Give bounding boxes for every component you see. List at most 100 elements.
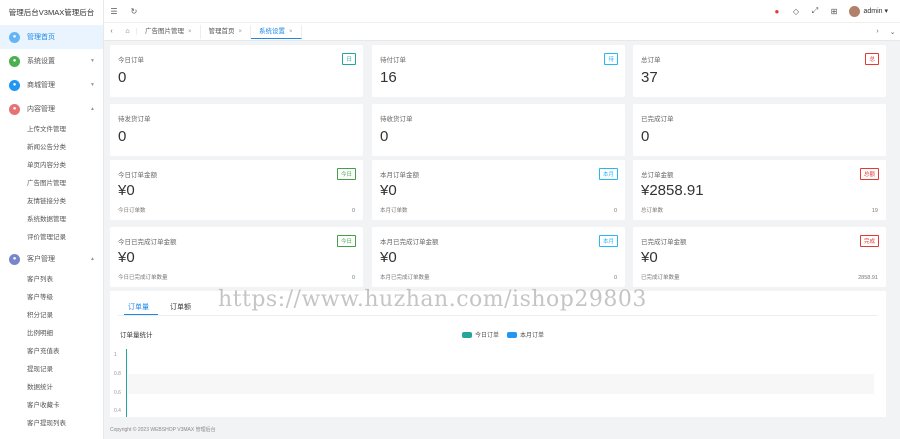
grid-icon[interactable]: ⊞	[824, 7, 843, 16]
chart-legend: 今日订单 本月订单	[462, 330, 552, 339]
stat-label: 待付订单	[380, 57, 406, 64]
close-icon[interactable]: ×	[188, 29, 192, 35]
tag-icon[interactable]: ◇	[786, 7, 805, 16]
submenu-item[interactable]: 客户等级	[0, 289, 103, 307]
legend-label: 今日订单	[475, 333, 500, 339]
stat-footnote: 已完成订单数量	[641, 275, 680, 281]
submenu-item[interactable]: 客户列表	[0, 271, 103, 289]
y-tick-label: 0.6	[114, 390, 121, 396]
menu-item-label: 管理首页	[27, 34, 55, 41]
stat-card: 今日已完成订单金额 ¥0 今日 今日已完成订单数量 0	[110, 227, 363, 287]
stat-value: 0	[641, 128, 650, 145]
user-menu[interactable]: admin ▾	[863, 7, 888, 15]
submenu-item[interactable]: 客户充值表	[0, 343, 103, 361]
submenu-item[interactable]: 积分记录	[0, 307, 103, 325]
stat-value: ¥2858.91	[641, 182, 704, 199]
y-tick-label: 1	[114, 352, 117, 358]
submenu-item[interactable]: 评价管理记录	[0, 229, 103, 247]
submenu-item[interactable]: 上传文件管理	[0, 121, 103, 139]
tab-settings[interactable]: 系统设置 ×	[251, 24, 302, 39]
refresh-icon[interactable]: ↻	[124, 7, 144, 16]
shop-icon: ●	[9, 79, 20, 91]
stat-value: 0	[118, 69, 127, 86]
menu-item-3[interactable]: ● 内容管理 ▲	[0, 97, 103, 121]
submenu-item[interactable]: 广告图片管理	[0, 175, 103, 193]
stat-card: 待收货订单 0	[372, 104, 625, 156]
close-icon[interactable]: ×	[239, 29, 243, 35]
legend-swatch	[507, 331, 518, 338]
stat-value: 37	[641, 69, 658, 86]
tabs-prev-icon[interactable]: ‹	[104, 28, 119, 35]
stat-footnote: 总订单数	[641, 208, 664, 214]
stat-badge: 今日	[336, 235, 356, 247]
menu-item-1[interactable]: ● 系统设置 ▼	[0, 49, 103, 73]
legend-item[interactable]: 本月订单	[507, 330, 544, 339]
stat-badge: 日	[342, 53, 356, 65]
stat-foot-value: 0	[613, 275, 617, 281]
home-tab-icon[interactable]: ⌂	[119, 28, 137, 35]
close-icon[interactable]: ×	[289, 29, 293, 35]
submenu-item[interactable]: 友情链接分类	[0, 193, 103, 211]
menu-item-customer[interactable]: ● 客户管理 ▲	[0, 247, 103, 271]
stat-foot-value: 19	[871, 208, 878, 214]
stat-label: 今日订单	[118, 57, 144, 64]
stat-label: 本月已完成订单金额	[380, 239, 439, 246]
submenu-item[interactable]: 客户提现列表	[0, 415, 103, 433]
legend-item[interactable]: 今日订单	[462, 330, 499, 339]
stat-label: 本月订单金额	[380, 172, 419, 179]
stat-label: 今日订单金额	[118, 172, 157, 179]
top-bar: ☰ ↻ ● ◇ ⤢ ⊞ admin ▾	[104, 0, 900, 23]
menu-toggle-icon[interactable]: ☰	[104, 7, 124, 16]
avatar[interactable]	[849, 5, 861, 17]
stat-label: 总订单金额	[641, 172, 674, 179]
tab-order-amount[interactable]: 订单额	[170, 302, 191, 312]
submenu-item[interactable]: 新闻公告分类	[0, 139, 103, 157]
menu-item-0[interactable]: ● 管理首页	[0, 25, 103, 49]
submenu-item[interactable]: 客户收藏卡	[0, 397, 103, 415]
stat-value: ¥0	[380, 249, 397, 266]
fullscreen-icon[interactable]: ⤢	[805, 6, 824, 16]
stat-badge: 总额	[859, 168, 879, 180]
menu-item-label: 商城管理	[27, 82, 55, 89]
stat-value: ¥0	[641, 249, 658, 266]
chevron-icon: ▼	[90, 82, 95, 88]
tab-dashboard[interactable]: 管理首页 ×	[201, 24, 252, 39]
stat-label: 总订单	[641, 57, 661, 64]
submenu-item[interactable]: 单页内容分类	[0, 157, 103, 175]
stat-badge: 今日	[336, 168, 356, 180]
menu-item-2[interactable]: ● 商城管理 ▼	[0, 73, 103, 97]
notification-icon[interactable]: ●	[767, 7, 786, 16]
stat-card: 待发货订单 0	[110, 104, 363, 156]
active-tab-indicator	[124, 314, 158, 315]
chart-panel: 订单量 订单额 订单量统计 今日订单 本月订单 1 0.8 0.6 0.4	[110, 291, 886, 417]
stat-value: ¥0	[118, 182, 135, 199]
stat-label: 待收货订单	[380, 116, 413, 123]
content-icon: ●	[9, 103, 20, 115]
stat-badge: 总	[865, 53, 879, 65]
y-axis-line	[126, 349, 127, 417]
stat-card: 待付订单 16 待	[372, 45, 625, 97]
tabs-dropdown-icon[interactable]: ⌄	[885, 28, 900, 36]
stat-value: ¥0	[380, 182, 397, 199]
submenu-item[interactable]: 比例明细	[0, 325, 103, 343]
tabs-bar: ‹ ⌂ 广告图片管理 × 管理首页 × 系统设置 × › ⌄	[104, 23, 900, 41]
tabs-next-icon[interactable]: ›	[870, 28, 885, 36]
stat-badge: 本月	[598, 168, 618, 180]
chevron-up-icon: ▲	[90, 256, 95, 262]
stat-card: 今日订单 0 日	[110, 45, 363, 97]
footer-copyright: Copyright © 2023 WEBSHOP V3MAX 管理后台	[110, 427, 216, 433]
submenu-item[interactable]: 系统数据管理	[0, 211, 103, 229]
tab-order-count[interactable]: 订单量	[128, 302, 149, 312]
chart-title: 订单量统计	[120, 332, 153, 339]
submenu-item[interactable]: 提现记录	[0, 361, 103, 379]
submenu-item[interactable]: 数据统计	[0, 379, 103, 397]
stat-value: 0	[118, 128, 127, 145]
sidebar: 管理后台V3MAX管理后台 ● 管理首页 ● 系统设置 ▼ ● 商城管理 ▼ ● 内容管理 ▲ 上传…	[0, 0, 104, 439]
stat-card: 本月已完成订单金额 ¥0 本月 本月已完成订单数量 0	[372, 227, 625, 287]
menu-item-label: 系统设置	[27, 58, 55, 65]
stat-card: 已完成订单金额 ¥0 完成 已完成订单数量 2858.91	[633, 227, 886, 287]
stat-card: 本月订单金额 ¥0 本月 本月订单数 0	[372, 160, 625, 220]
legend-swatch	[462, 331, 472, 338]
tab-ad-images[interactable]: 广告图片管理 ×	[137, 24, 201, 39]
stat-card: 今日订单金额 ¥0 今日 今日订单数 0	[110, 160, 363, 220]
